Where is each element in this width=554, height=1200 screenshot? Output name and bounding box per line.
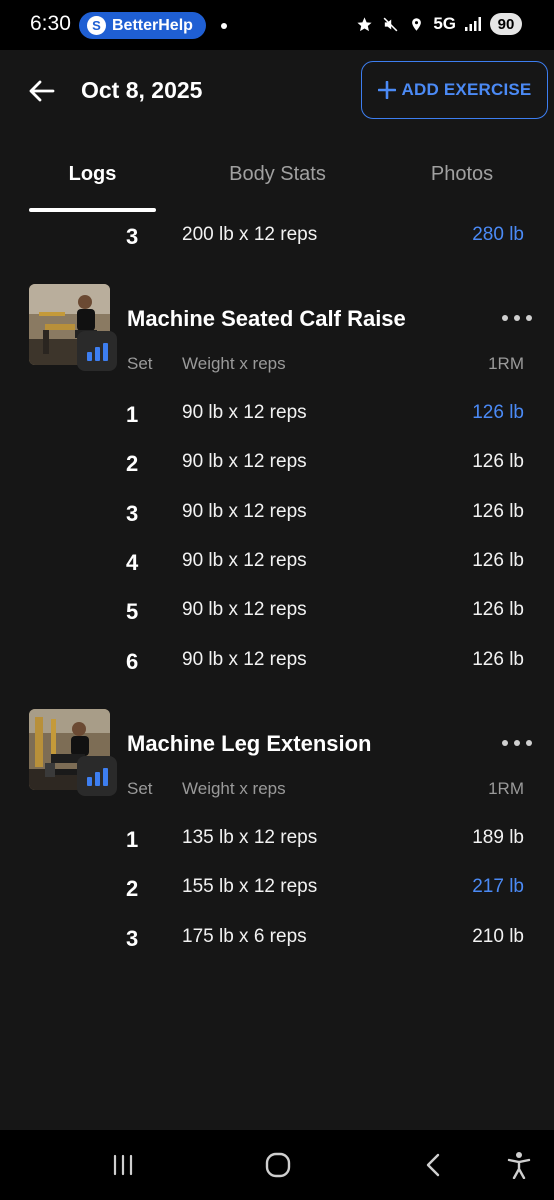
weight-reps: 175 lb x 6 reps: [182, 925, 307, 947]
status-time: 6:30: [30, 12, 71, 35]
recent-apps-icon: [113, 1154, 133, 1176]
col-1rm: 1RM: [488, 779, 524, 798]
weight-reps: 155 lb x 12 reps: [182, 876, 318, 898]
one-rep-max: 189 lb: [472, 827, 524, 848]
weight-reps: 90 lb x 12 reps: [182, 599, 307, 621]
tab-body-stats[interactable]: Body Stats: [185, 150, 370, 212]
add-exercise-button[interactable]: ADD EXERCISE: [361, 61, 548, 119]
app-screen: Oct 8, 2025 ADD EXERCISE Logs Body Stats…: [0, 50, 554, 1130]
more-dots-icon: [502, 315, 508, 321]
signal-icon: [464, 15, 482, 33]
exercise-title[interactable]: Machine Leg Extension: [127, 731, 372, 757]
col-set: Set: [127, 779, 153, 798]
notification-app-label: BetterHelp: [112, 16, 193, 34]
col-weight-reps: Weight x reps: [182, 779, 286, 798]
weight-reps: 90 lb x 12 reps: [182, 402, 307, 423]
table-row: 4 90 lb x 12 reps 126 lb: [0, 538, 554, 587]
set-number: 2: [126, 876, 139, 902]
weight-reps: 90 lb x 12 reps: [182, 451, 307, 473]
notification-dot: [221, 23, 227, 29]
one-rep-max: 280 lb: [472, 224, 524, 245]
one-rep-max: 126 lb: [472, 500, 524, 522]
back-nav-button[interactable]: [416, 1148, 450, 1182]
home-button[interactable]: [261, 1148, 295, 1182]
star-icon: [355, 15, 373, 33]
betterhelp-logo-icon: S: [87, 16, 106, 35]
col-weight-reps: Weight x reps: [182, 354, 286, 373]
one-rep-max: 126 lb: [472, 549, 524, 571]
set-number: 3: [126, 925, 139, 951]
set-number: 4: [126, 549, 139, 575]
weight-reps: 90 lb x 12 reps: [182, 500, 307, 522]
header: Oct 8, 2025 ADD EXERCISE: [0, 50, 554, 160]
tab-photos[interactable]: Photos: [370, 150, 554, 212]
notification-pill[interactable]: S BetterHelp: [79, 12, 206, 39]
page-title: Oct 8, 2025: [81, 77, 203, 103]
column-headers: Set Weight x reps 1RM: [0, 354, 554, 378]
system-nav-bar: [0, 1130, 554, 1200]
table-row: 2 90 lb x 12 reps 126 lb: [0, 439, 554, 488]
location-icon: [407, 15, 425, 33]
network-label: 5G: [433, 14, 456, 33]
set-number: 3: [126, 224, 139, 249]
one-rep-max: 126 lb: [472, 402, 524, 423]
set-number: 1: [126, 402, 139, 427]
tab-body-stats-label: Body Stats: [229, 163, 326, 185]
add-exercise-label: ADD EXERCISE: [401, 80, 532, 99]
one-rep-max: 217 lb: [472, 876, 524, 898]
weight-reps: 90 lb x 12 reps: [182, 549, 307, 571]
weight-reps: 135 lb x 12 reps: [182, 827, 318, 848]
status-icons: 5G 90: [355, 13, 522, 35]
recent-apps-button[interactable]: [106, 1148, 140, 1182]
set-number: 5: [126, 599, 139, 625]
col-set: Set: [127, 354, 153, 373]
set-number: 3: [126, 500, 139, 526]
set-number: 2: [126, 451, 139, 477]
back-button[interactable]: [26, 76, 56, 106]
weight-reps: 200 lb x 12 reps: [182, 224, 318, 245]
plus-icon: [377, 81, 396, 99]
column-headers: Set Weight x reps 1RM: [0, 779, 554, 803]
set-number: 1: [126, 827, 139, 852]
one-rep-max: 126 lb: [472, 451, 524, 473]
table-row: 1 90 lb x 12 reps 126 lb: [0, 390, 554, 439]
status-bar: 6:30 S BetterHelp 5G 90: [0, 0, 554, 50]
one-rep-max: 126 lb: [472, 599, 524, 621]
exercise-title[interactable]: Machine Seated Calf Raise: [127, 306, 406, 332]
more-dots-icon: [502, 740, 508, 746]
table-row: 6 90 lb x 12 reps 126 lb: [0, 637, 554, 686]
table-row: 5 90 lb x 12 reps 126 lb: [0, 587, 554, 636]
more-options-button[interactable]: [502, 733, 532, 753]
weight-reps: 90 lb x 12 reps: [182, 648, 307, 670]
accessibility-icon: [507, 1152, 531, 1179]
one-rep-max: 210 lb: [472, 925, 524, 947]
table-row: 3 90 lb x 12 reps 126 lb: [0, 489, 554, 538]
tab-logs-label: Logs: [68, 163, 117, 185]
accessibility-button[interactable]: [502, 1148, 536, 1182]
mute-icon: [381, 15, 399, 33]
tab-photos-label: Photos: [430, 163, 494, 185]
col-1rm: 1RM: [488, 354, 524, 373]
more-options-button[interactable]: [502, 308, 532, 328]
table-row: 2 155 lb x 12 reps 217 lb: [0, 864, 554, 913]
tab-bar: Logs Body Stats Photos: [0, 150, 554, 212]
table-row: 1 135 lb x 12 reps 189 lb: [0, 815, 554, 864]
table-row: 3 200 lb x 12 reps 280 lb: [0, 212, 554, 261]
home-icon: [265, 1152, 291, 1178]
one-rep-max: 126 lb: [472, 648, 524, 670]
arrow-left-icon: [29, 80, 55, 102]
table-row: 3 175 lb x 6 reps 210 lb: [0, 914, 554, 963]
set-number: 6: [126, 648, 139, 674]
battery-indicator: 90: [490, 13, 522, 35]
chevron-left-icon: [426, 1153, 440, 1177]
tab-logs[interactable]: Logs: [0, 150, 185, 212]
